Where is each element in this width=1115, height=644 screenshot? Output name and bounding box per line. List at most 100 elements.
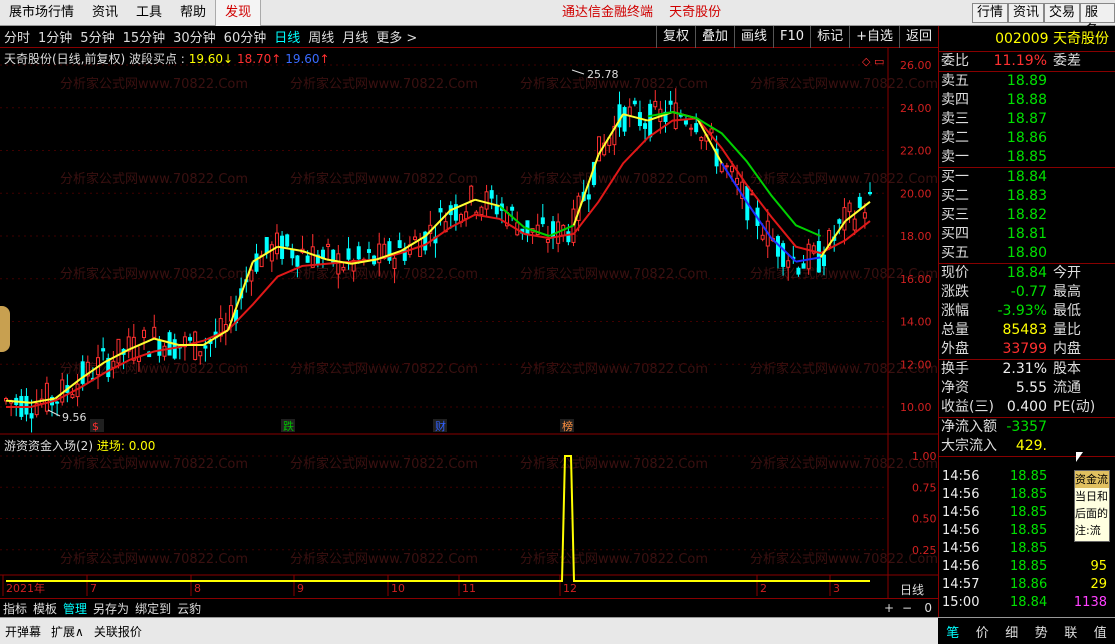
- indicator-legend: 游资资金入场(2) 进场: 0.00: [4, 437, 155, 454]
- indicator-tick-label: 0.25: [912, 544, 937, 557]
- sell-level-2: 卖二 18.86: [941, 130, 1047, 146]
- toggle-danmaku[interactable]: 开弹幕: [0, 623, 46, 640]
- watermark-text: 分析家公式网www.70822.Com: [60, 551, 248, 567]
- back-button[interactable]: 返回: [898, 26, 938, 48]
- date-label: 3: [833, 582, 840, 595]
- adjust-button[interactable]: 复权: [655, 26, 695, 48]
- period-30min[interactable]: 30分钟: [169, 27, 220, 46]
- buy-level-4: 买四 18.81: [941, 226, 1047, 242]
- expand-toggle[interactable]: 扩展∧: [46, 623, 89, 640]
- legend-red-value: 18.70: [236, 52, 272, 66]
- stat-row: 涨幅 -3.93% 最低: [941, 303, 1081, 319]
- quote-button[interactable]: 行情: [972, 3, 1009, 23]
- menu-discover[interactable]: 发现: [215, 0, 262, 26]
- period-weekly[interactable]: 周线: [304, 27, 338, 46]
- stat-row: 收益(三) 0.400 PE(动): [941, 399, 1096, 415]
- add-watchlist-button[interactable]: +自选: [849, 26, 899, 48]
- low-price-label: 9.56: [62, 411, 87, 424]
- period-60min[interactable]: 60分钟: [220, 27, 271, 46]
- period-5min[interactable]: 5分钟: [76, 27, 118, 46]
- candle-body: [494, 206, 499, 215]
- stat-row: 净资 5.55 流通: [941, 380, 1081, 396]
- zoom-reset-button[interactable]: 0: [924, 601, 932, 615]
- candle-body: [837, 219, 842, 224]
- tab-bind-to[interactable]: 绑定到: [132, 600, 174, 617]
- ma-fast-segment: [572, 154, 600, 226]
- candle-body: [285, 234, 290, 247]
- ma-fast-segment: [622, 113, 649, 122]
- tab-template[interactable]: 模板: [30, 600, 60, 617]
- period-more[interactable]: 更多 >: [372, 27, 421, 46]
- side-tab-value[interactable]: 值: [1094, 622, 1107, 641]
- candle-body: [545, 238, 550, 243]
- side-tab-detail[interactable]: 细: [1005, 622, 1018, 641]
- f10-button[interactable]: F10: [773, 26, 810, 48]
- candle-body: [653, 100, 658, 108]
- tab-manage[interactable]: 管理: [60, 600, 90, 617]
- kline-chart[interactable]: 分析家公式网www.70822.Com 分析家公式网www.70822.Com 分析…: [0, 48, 938, 598]
- menu-help[interactable]: 帮助: [171, 0, 215, 26]
- zoom-out-button[interactable]: −: [902, 601, 912, 615]
- period-monthly[interactable]: 月线: [338, 27, 372, 46]
- candle-body: [484, 191, 489, 210]
- watermark-text: 分析家公式网www.70822.Com: [60, 76, 248, 92]
- trade-button[interactable]: 交易: [1044, 3, 1081, 23]
- candle-body: [586, 194, 591, 200]
- ma-fast-segment: [819, 220, 847, 258]
- watermark-text: 分析家公式网www.70822.Com: [520, 266, 708, 282]
- candle-body: [683, 119, 688, 125]
- stat-row: 外盘 33799 内盘: [941, 341, 1081, 357]
- candle-body: [689, 127, 694, 130]
- candle-body: [264, 237, 269, 254]
- low-pointer: [47, 409, 61, 417]
- tab-save-as[interactable]: 另存为: [90, 600, 132, 617]
- menu-tools[interactable]: 工具: [127, 0, 171, 26]
- candle-body: [857, 196, 862, 208]
- side-tab-trades[interactable]: 笔: [946, 622, 959, 641]
- candle-body: [796, 267, 801, 275]
- period-1min[interactable]: 1分钟: [34, 27, 76, 46]
- watermark-text: 分析家公式网www.70822.Com: [520, 551, 708, 567]
- date-label: 11: [462, 582, 476, 595]
- watermark-text: 分析家公式网www.70822.Com: [750, 76, 938, 92]
- candle-body: [336, 253, 341, 275]
- period-intraday[interactable]: 分时: [0, 27, 34, 46]
- candle-body: [142, 329, 147, 338]
- candle-body: [699, 136, 704, 142]
- watermark-text: 分析家公式网www.70822.Com: [60, 266, 248, 282]
- candlesticks: [4, 88, 872, 433]
- period-daily[interactable]: 日线: [270, 27, 304, 46]
- period-15min[interactable]: 15分钟: [119, 27, 170, 46]
- candle-body: [60, 379, 65, 403]
- tab-yunbao[interactable]: 云豹: [174, 600, 204, 617]
- candle-body: [397, 240, 402, 249]
- watermark-text: 分析家公式网www.70822.Com: [520, 456, 708, 472]
- tab-indicator[interactable]: 指标: [0, 600, 30, 617]
- zoom-in-button[interactable]: +: [884, 601, 894, 615]
- watermark-text: 分析家公式网www.70822.Com: [60, 171, 248, 187]
- weibi-value: 11.19%: [993, 53, 1047, 69]
- draw-line-button[interactable]: 画线: [734, 26, 773, 48]
- candle-body: [290, 249, 295, 259]
- candle-body: [80, 361, 85, 384]
- news-button[interactable]: 资讯: [1008, 3, 1045, 23]
- menu-market[interactable]: 展市场行情: [0, 0, 83, 26]
- linked-quote[interactable]: 关联报价: [89, 623, 147, 640]
- candle-body: [366, 249, 371, 253]
- side-tab-trend[interactable]: 势: [1035, 622, 1048, 641]
- menu-news[interactable]: 资讯: [83, 0, 127, 26]
- price-tick-label: 14.00: [900, 316, 932, 329]
- candle-body: [269, 244, 274, 262]
- candle-body: [254, 253, 259, 272]
- side-tab-price[interactable]: 价: [976, 622, 989, 641]
- side-tab-link[interactable]: 联: [1064, 622, 1077, 641]
- service-button[interactable]: 服务: [1080, 3, 1115, 38]
- sell-level-3: 卖三 18.87: [941, 111, 1047, 127]
- candle-body: [346, 248, 351, 260]
- tick-row: 14:56 18.85 95: [942, 559, 1107, 574]
- collapse-handle[interactable]: [0, 306, 10, 352]
- tick-row: 15:00 18.84 1138: [942, 595, 1107, 610]
- mark-button[interactable]: 标记: [810, 26, 849, 48]
- overlay-button[interactable]: 叠加: [695, 26, 734, 48]
- flow-row: 净流入额 -3357: [941, 419, 1047, 435]
